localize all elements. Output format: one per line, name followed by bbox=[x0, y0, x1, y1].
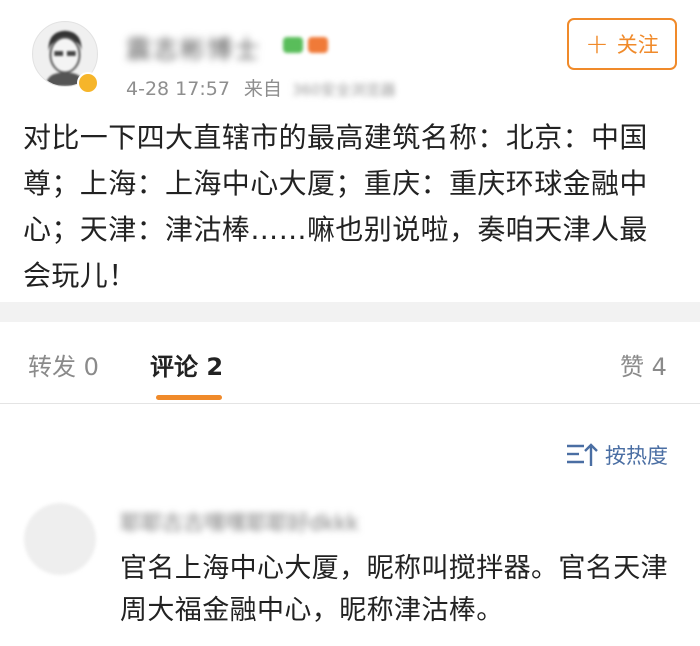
tab-repost[interactable]: 转发 0 bbox=[28, 347, 99, 382]
comment-text: 官名上海中心大厦，昵称叫搅拌器。官名天津周大福金融中心，昵称津沽棒。 bbox=[120, 553, 668, 626]
sort-descending-icon bbox=[567, 443, 598, 466]
vip-badge-icon bbox=[77, 72, 99, 94]
comment-username[interactable]: 耶耶古古嘿嘿耶耶好dkkk bbox=[120, 507, 359, 537]
tab-bar: 转发 0 评论 2 赞 4 bbox=[0, 322, 700, 402]
member-icon bbox=[283, 37, 303, 53]
sort-label: 按热度 bbox=[605, 444, 668, 468]
section-divider bbox=[0, 302, 700, 322]
sort-button[interactable]: 按热度 bbox=[565, 440, 668, 470]
post-source: 360安全浏览器 bbox=[291, 81, 396, 99]
post-from-label: 来自 bbox=[243, 78, 282, 100]
plus-icon: + bbox=[585, 27, 609, 60]
follow-label: 关注 bbox=[616, 33, 659, 57]
tab-divider bbox=[0, 403, 700, 404]
comment-avatar[interactable] bbox=[24, 503, 96, 575]
post-time: 4-28 17:57 bbox=[126, 78, 230, 100]
post-username[interactable]: 震志彬博士 bbox=[126, 30, 261, 66]
level-icon bbox=[308, 37, 328, 53]
tab-comment[interactable]: 评论 2 bbox=[150, 347, 223, 382]
follow-button[interactable]: + 关注 bbox=[567, 18, 677, 70]
post-text: 对比一下四大直辖市的最高建筑名称：北京：中国尊；上海：上海中心大厦；重庆：重庆环… bbox=[23, 121, 648, 292]
active-tab-indicator bbox=[156, 395, 222, 400]
tab-like[interactable]: 赞 4 bbox=[620, 347, 667, 382]
post-meta: 4-28 17:57 来自 360安全浏览器 bbox=[126, 74, 396, 101]
